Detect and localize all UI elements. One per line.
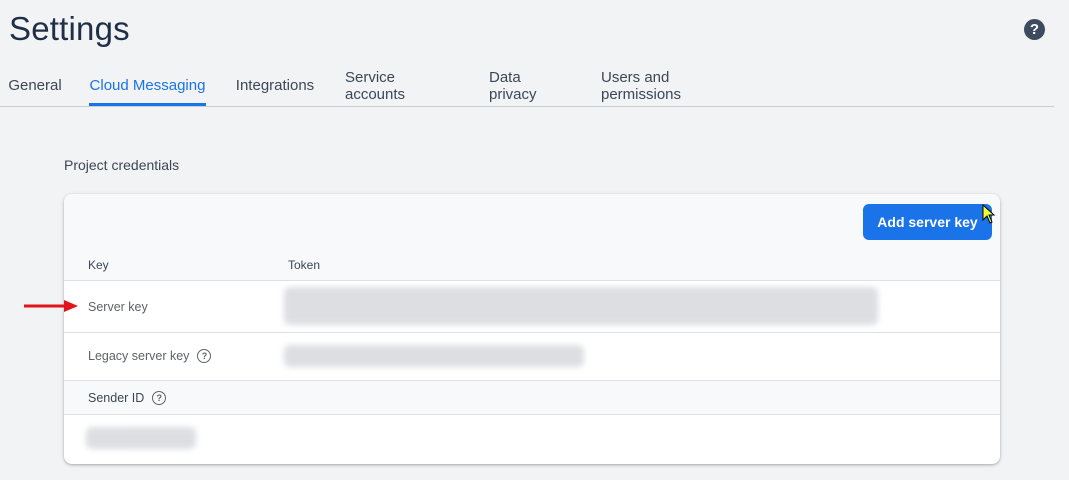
sender-id-header: Sender ID ? — [64, 380, 1000, 415]
tab-general[interactable]: General — [8, 66, 61, 105]
tab-bar: General Cloud Messaging Integrations Ser… — [0, 66, 1054, 107]
sender-id-row — [64, 414, 1000, 464]
page-title: Settings — [9, 10, 130, 47]
section-title: Project credentials — [64, 157, 180, 173]
column-header-key: Key — [88, 258, 109, 272]
column-header-token: Token — [288, 258, 321, 272]
tab-integrations[interactable]: Integrations — [235, 66, 315, 105]
tab-users-and-permissions[interactable]: Users and permissions — [601, 66, 752, 105]
help-circle-icon[interactable]: ? — [152, 391, 167, 405]
add-server-key-button[interactable]: Add server key — [863, 204, 992, 240]
row-label: Legacy server key — [88, 349, 190, 363]
credentials-card: Add server key Key Token Server key Lega… — [64, 194, 1000, 464]
help-icon[interactable]: ? — [1024, 19, 1045, 40]
tab-data-privacy[interactable]: Data privacy — [489, 66, 572, 105]
help-circle-icon[interactable]: ? — [197, 349, 212, 363]
sender-id-label: Sender ID — [88, 391, 145, 405]
legacy-key-token-redacted — [284, 345, 584, 367]
tab-cloud-messaging[interactable]: Cloud Messaging — [89, 66, 206, 106]
red-arrow-annotation — [24, 300, 78, 312]
mouse-cursor-icon — [982, 204, 996, 224]
card-header — [64, 194, 1000, 280]
server-key-token-redacted — [284, 287, 878, 325]
table-row-legacy-server-key: Legacy server key ? — [64, 332, 1000, 381]
tab-service-accounts[interactable]: Service accounts — [345, 66, 459, 105]
table-row-server-key: Server key — [64, 280, 1000, 333]
row-label: Server key — [88, 300, 148, 314]
sender-id-value-redacted — [86, 427, 196, 449]
